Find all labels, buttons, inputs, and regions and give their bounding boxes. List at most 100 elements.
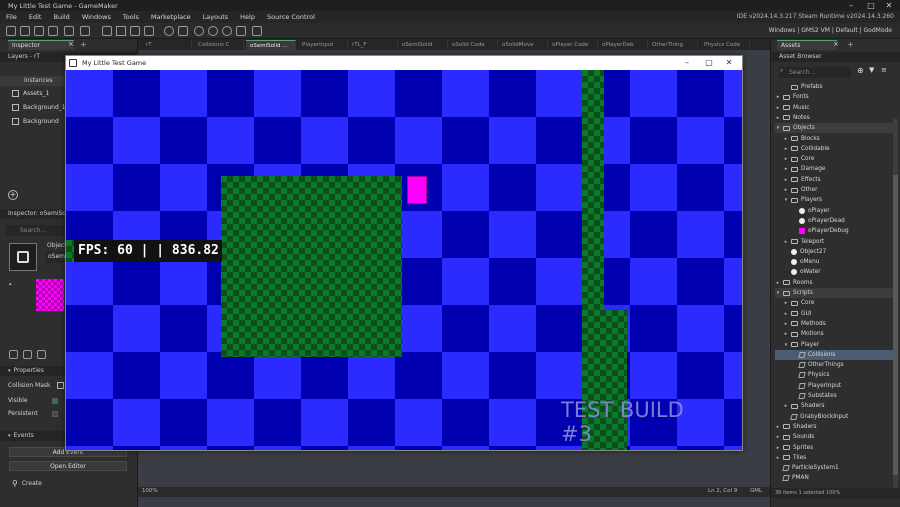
doc-tab[interactable]: PlayerInput (298, 40, 348, 50)
menu-windows[interactable]: Windows (76, 13, 117, 21)
event-create[interactable]: ⚲ Create (12, 479, 42, 488)
asset-tree-item[interactable]: ParticleSystem1 (775, 463, 893, 473)
layer-item[interactable]: Assets_1 (12, 90, 49, 97)
persistent-checkbox[interactable] (52, 410, 58, 417)
doc-tab-active[interactable]: oSemiSolid ... (246, 40, 296, 50)
asset-tree-item[interactable]: ▸ Core (775, 154, 893, 164)
save-all-icon[interactable] (48, 26, 58, 36)
chevron-right-icon[interactable]: ▸ (783, 154, 789, 164)
asset-tree-item[interactable]: ▸ Tiles (775, 453, 893, 463)
sprite-thumbnail[interactable] (36, 279, 64, 311)
doc-tab[interactable]: oPlayerDeb (598, 40, 648, 50)
add-layer-icon[interactable]: + (8, 190, 18, 200)
asset-tree-item[interactable]: ▾ Player (775, 340, 893, 350)
close-tab-icon[interactable]: × (833, 40, 839, 48)
menu-marketplace[interactable]: Marketplace (145, 13, 197, 21)
chevron-right-icon[interactable]: ▸ (783, 185, 789, 195)
doc-tab[interactable]: oPlayer Code (548, 40, 598, 50)
asset-tree-item[interactable]: ▸ Effects (775, 175, 893, 185)
close-tab-icon[interactable]: × (68, 40, 74, 48)
asset-tree-item[interactable]: ▾ Scripts (775, 288, 893, 298)
menu-help[interactable]: Help (234, 13, 261, 21)
new-project-icon[interactable] (6, 26, 16, 36)
edit-sprite-icon[interactable] (9, 350, 18, 359)
target-icon[interactable] (178, 26, 188, 36)
asset-tree-item[interactable]: Prefabs (775, 82, 893, 92)
chevron-right-icon[interactable]: ▸ (775, 453, 781, 463)
tab-assets[interactable]: Assets (777, 40, 837, 50)
close-icon[interactable]: ✕ (880, 0, 898, 11)
asset-scrollbar[interactable] (893, 119, 898, 489)
sprite-options-icon[interactable] (37, 350, 46, 359)
asset-tree-item[interactable]: oPlayerDead (775, 216, 893, 226)
doc-tab[interactable]: Collisions C (194, 40, 244, 50)
doc-tab[interactable]: OtherThing (648, 40, 698, 50)
asset-tree-item[interactable]: PMAN (775, 473, 893, 483)
chevron-down-icon[interactable]: ▾ (783, 195, 789, 205)
asset-tree-item[interactable]: ▸ Rooms (775, 278, 893, 288)
zoom-level[interactable]: 100% (142, 488, 158, 494)
asset-tree-item[interactable]: ▸ Music (775, 103, 893, 113)
open-project-icon[interactable] (20, 26, 30, 36)
menu-layouts[interactable]: Layouts (197, 13, 234, 21)
asset-tree-item[interactable]: ▸ Notes (775, 113, 893, 123)
pencil-icon[interactable] (23, 350, 32, 359)
asset-tree-item[interactable]: Collisions (775, 349, 893, 360)
settings-icon[interactable] (164, 26, 174, 36)
add-tab-icon[interactable]: + (847, 40, 854, 49)
asset-tree-item[interactable]: GrabyBlockInput (775, 412, 893, 422)
doc-tab[interactable]: oSolidMove (498, 40, 548, 50)
chevron-down-icon[interactable]: ▾ (775, 288, 781, 298)
menu-build[interactable]: Build (47, 13, 75, 21)
sprite-collapse-icon[interactable]: ▴ (9, 281, 12, 287)
zoom-in-icon[interactable] (194, 26, 204, 36)
package-icon[interactable] (80, 26, 90, 36)
chevron-right-icon[interactable]: ▸ (775, 278, 781, 288)
asset-tree-item[interactable]: oMenu (775, 257, 893, 267)
chevron-down-icon[interactable]: ▾ (783, 340, 789, 350)
asset-search-input[interactable]: Search... (779, 67, 851, 78)
open-editor-button[interactable]: Open Editor (9, 461, 127, 471)
asset-tree-item[interactable]: ▸ Blocks (775, 134, 893, 144)
chevron-right-icon[interactable]: ▸ (783, 164, 789, 174)
close-icon[interactable]: ✕ (718, 56, 740, 70)
asset-tree-item[interactable]: ▸ Teleport (775, 237, 893, 247)
doc-tab[interactable]: rT (142, 40, 192, 50)
chevron-right-icon[interactable]: ▸ (783, 175, 789, 185)
asset-tree-item[interactable]: ▸ Collidable (775, 144, 893, 154)
asset-tree-item[interactable]: ▸ Fonts (775, 92, 893, 102)
asset-tree-item[interactable]: Substates (775, 391, 893, 401)
grid-icon[interactable] (236, 26, 246, 36)
minimize-icon[interactable]: – (842, 0, 860, 11)
asset-tree-item[interactable]: ▸ Other (775, 185, 893, 195)
zoom-reset-icon[interactable] (222, 26, 232, 36)
layer-item[interactable]: Background (12, 118, 59, 125)
menu-tools[interactable]: Tools (117, 13, 145, 21)
filter-icon[interactable]: ▼ (869, 66, 874, 74)
game-title-bar[interactable]: My Little Test Game (66, 56, 742, 70)
chevron-right-icon[interactable]: ▸ (775, 113, 781, 123)
chevron-right-icon[interactable]: ▸ (783, 144, 789, 154)
scrollbar-thumb[interactable] (893, 175, 898, 475)
asset-tree-item[interactable]: oPlayerDebug (775, 226, 893, 236)
doc-tab[interactable]: rTL_F (348, 40, 398, 50)
menu-file[interactable]: File (0, 13, 23, 21)
edit-mask-icon[interactable] (56, 382, 64, 389)
asset-tree-item[interactable]: ▸ Damage (775, 164, 893, 174)
chevron-right-icon[interactable]: ▸ (783, 401, 789, 411)
asset-tree-item[interactable]: oPlayer (775, 206, 893, 216)
add-asset-icon[interactable]: ⊕ (857, 66, 864, 75)
asset-tree-item[interactable]: ▸ GUI (775, 309, 893, 319)
chevron-right-icon[interactable]: ▸ (775, 103, 781, 113)
visible-checkbox[interactable] (52, 397, 58, 404)
debug-icon[interactable] (102, 26, 112, 36)
chevron-right-icon[interactable]: ▸ (775, 92, 781, 102)
add-tab-icon[interactable]: + (80, 40, 87, 49)
asset-tree-item[interactable]: ▾ Objects (775, 123, 893, 134)
chevron-right-icon[interactable]: ▸ (775, 443, 781, 453)
asset-tree-item[interactable]: oWater (775, 267, 893, 277)
chevron-right-icon[interactable]: ▸ (783, 134, 789, 144)
run-icon[interactable] (116, 26, 126, 36)
asset-tree-item[interactable]: ▸ Shaders (775, 422, 893, 432)
maximize-icon[interactable]: □ (698, 56, 720, 70)
